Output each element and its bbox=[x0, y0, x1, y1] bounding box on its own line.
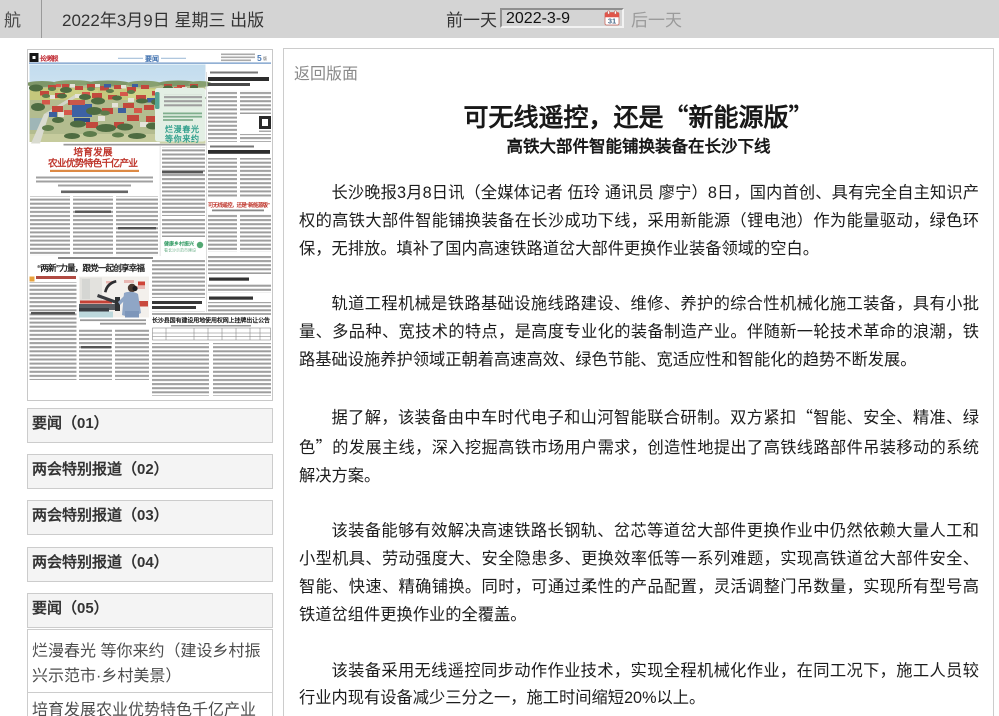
svg-text:版: 版 bbox=[263, 55, 267, 61]
svg-text:等你来约: 等你来约 bbox=[164, 134, 199, 144]
svg-text:长沙县国有建设用地使用权网上挂牌出让公告: 长沙县国有建设用地使用权网上挂牌出让公告 bbox=[152, 317, 270, 325]
svg-text:“两新”力量，跟党一起创享幸福: “两新”力量，跟党一起创享幸福 bbox=[37, 262, 145, 273]
svg-text:可无线遥控，还是“新能源版”: 可无线遥控，还是“新能源版” bbox=[208, 201, 270, 209]
svg-text:看长沙示范市建设: 看长沙示范市建设 bbox=[164, 247, 196, 253]
svg-text:健康乡村振兴: 健康乡村振兴 bbox=[164, 241, 194, 248]
svg-text:长沙晚报: 长沙晚报 bbox=[40, 54, 60, 63]
svg-text:农业优势特色千亿产业: 农业优势特色千亿产业 bbox=[47, 158, 138, 170]
svg-text:5: 5 bbox=[257, 53, 262, 63]
svg-text:31: 31 bbox=[608, 16, 616, 25]
svg-text:要闻: 要闻 bbox=[145, 54, 159, 63]
svg-text:烂漫春光: 烂漫春光 bbox=[165, 124, 199, 134]
svg-text:培育发展: 培育发展 bbox=[74, 147, 113, 159]
